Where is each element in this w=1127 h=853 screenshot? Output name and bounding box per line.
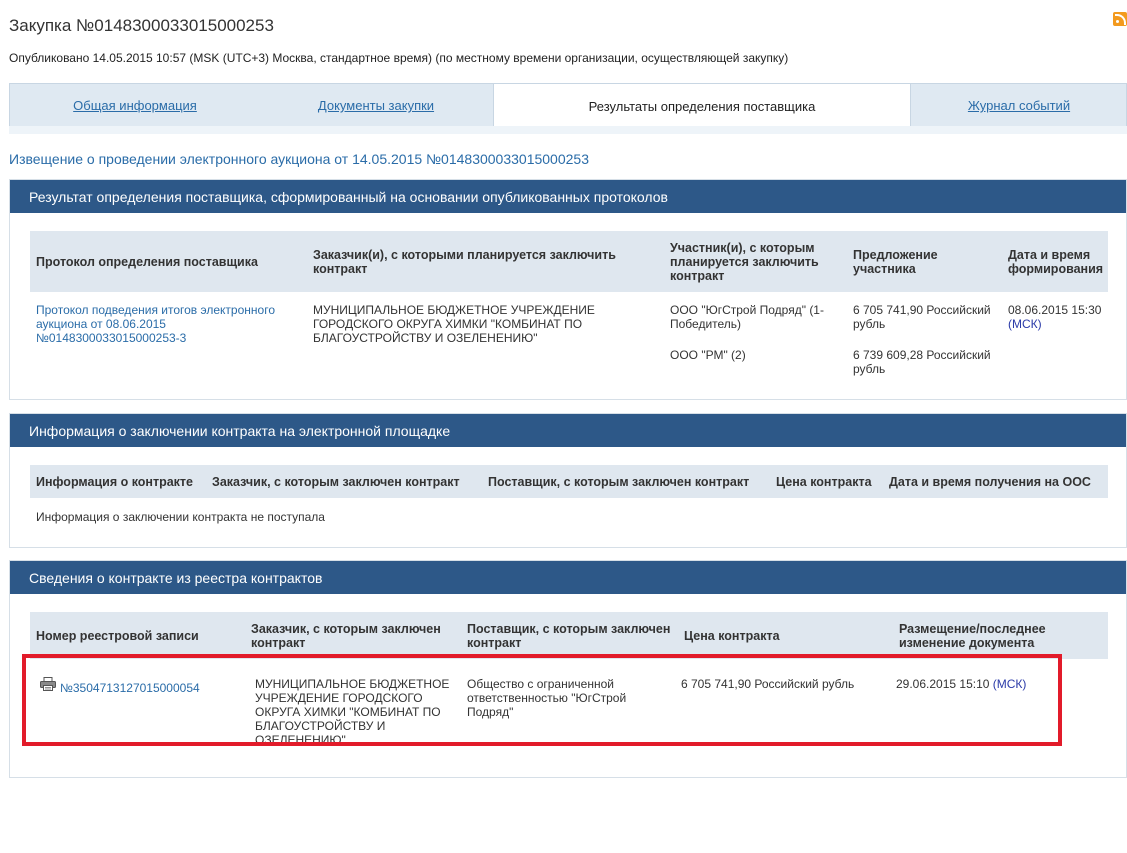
participant-1-name: ООО "ЮгСтрой Подряд" (1-Победитель) <box>670 303 824 331</box>
contract-empty-message: Информация о заключении контракта не пос… <box>36 510 325 524</box>
registry-header-price: Цена контракта <box>684 629 780 643</box>
contract-panel-title: Информация о заключении контракта на эле… <box>10 414 1126 447</box>
contract-panel: Информация о заключении контракта на эле… <box>9 413 1127 548</box>
results-header-customer: Заказчик(и), с которыми планируется закл… <box>313 248 616 276</box>
tab-supplier-results[interactable]: Результаты определения поставщика <box>493 84 911 128</box>
results-header-date: Дата и время формирования <box>1008 248 1104 276</box>
tab-documents-label[interactable]: Документы закупки <box>318 98 434 113</box>
tab-general-info-label[interactable]: Общая информация <box>73 98 197 113</box>
registry-header-customer: Заказчик, с которым заключен контракт <box>251 622 441 650</box>
protocol-link[interactable]: Протокол подведения итогов электронного … <box>36 303 298 345</box>
rss-icon[interactable] <box>1113 12 1127 26</box>
notice-link[interactable]: Извещение о проведении электронного аукц… <box>9 151 589 167</box>
tab-bar: Общая информация Документы закупки Резул… <box>9 83 1127 128</box>
results-panel: Результат определения поставщика, сформи… <box>9 179 1127 400</box>
published-info: Опубликовано 14.05.2015 10:57 (MSK (UTC+… <box>9 51 789 65</box>
results-date-tz: (МСК) <box>1008 317 1042 331</box>
tab-event-log[interactable]: Журнал событий <box>911 84 1127 127</box>
results-header-offer: Предложение участника <box>853 248 938 276</box>
contract-header-customer: Заказчик, с которым заключен контракт <box>212 475 460 489</box>
registry-header-date: Размещение/последнее изменение документа <box>899 622 1046 650</box>
participant-2-name: ООО "РМ" (2) <box>670 348 746 362</box>
page-title: Закупка №0148300033015000253 <box>9 16 274 35</box>
results-header-protocol: Протокол определения поставщика <box>36 255 258 269</box>
participant-2-offer: 6 739 609,28 Российский рубль <box>853 348 991 376</box>
tab-general-info[interactable]: Общая информация <box>10 84 260 127</box>
tab-content-strip <box>9 126 1127 134</box>
results-panel-title: Результат определения поставщика, сформи… <box>10 180 1126 213</box>
results-date: 08.06.2015 15:30 (МСК) <box>1008 303 1108 331</box>
participant-1-offer: 6 705 741,90 Российский рубль <box>853 303 991 331</box>
registry-panel-title: Сведения о контракте из реестра контракт… <box>10 561 1126 594</box>
tab-supplier-results-label: Результаты определения поставщика <box>588 98 816 114</box>
contract-header-supplier: Поставщик, с которым заключен контракт <box>488 475 750 489</box>
registry-header-supplier: Поставщик, с которым заключен контракт <box>467 622 671 650</box>
contract-header-info: Информация о контракте <box>36 475 194 489</box>
tab-event-log-label[interactable]: Журнал событий <box>968 98 1070 113</box>
results-header-participant: Участник(и), с которым планируется заклю… <box>670 241 819 283</box>
tab-documents[interactable]: Документы закупки <box>260 84 492 127</box>
highlight-box <box>22 654 1062 746</box>
results-customer: МУНИЦИПАЛЬНОЕ БЮДЖЕТНОЕ УЧРЕЖДЕНИЕ ГОРОД… <box>313 303 595 345</box>
registry-header-number: Номер реестровой записи <box>36 629 199 643</box>
contract-header-date: Дата и время получения на ООС <box>889 475 1091 489</box>
results-date-value: 08.06.2015 15:30 <box>1008 303 1102 317</box>
contract-header-price: Цена контракта <box>776 475 872 489</box>
